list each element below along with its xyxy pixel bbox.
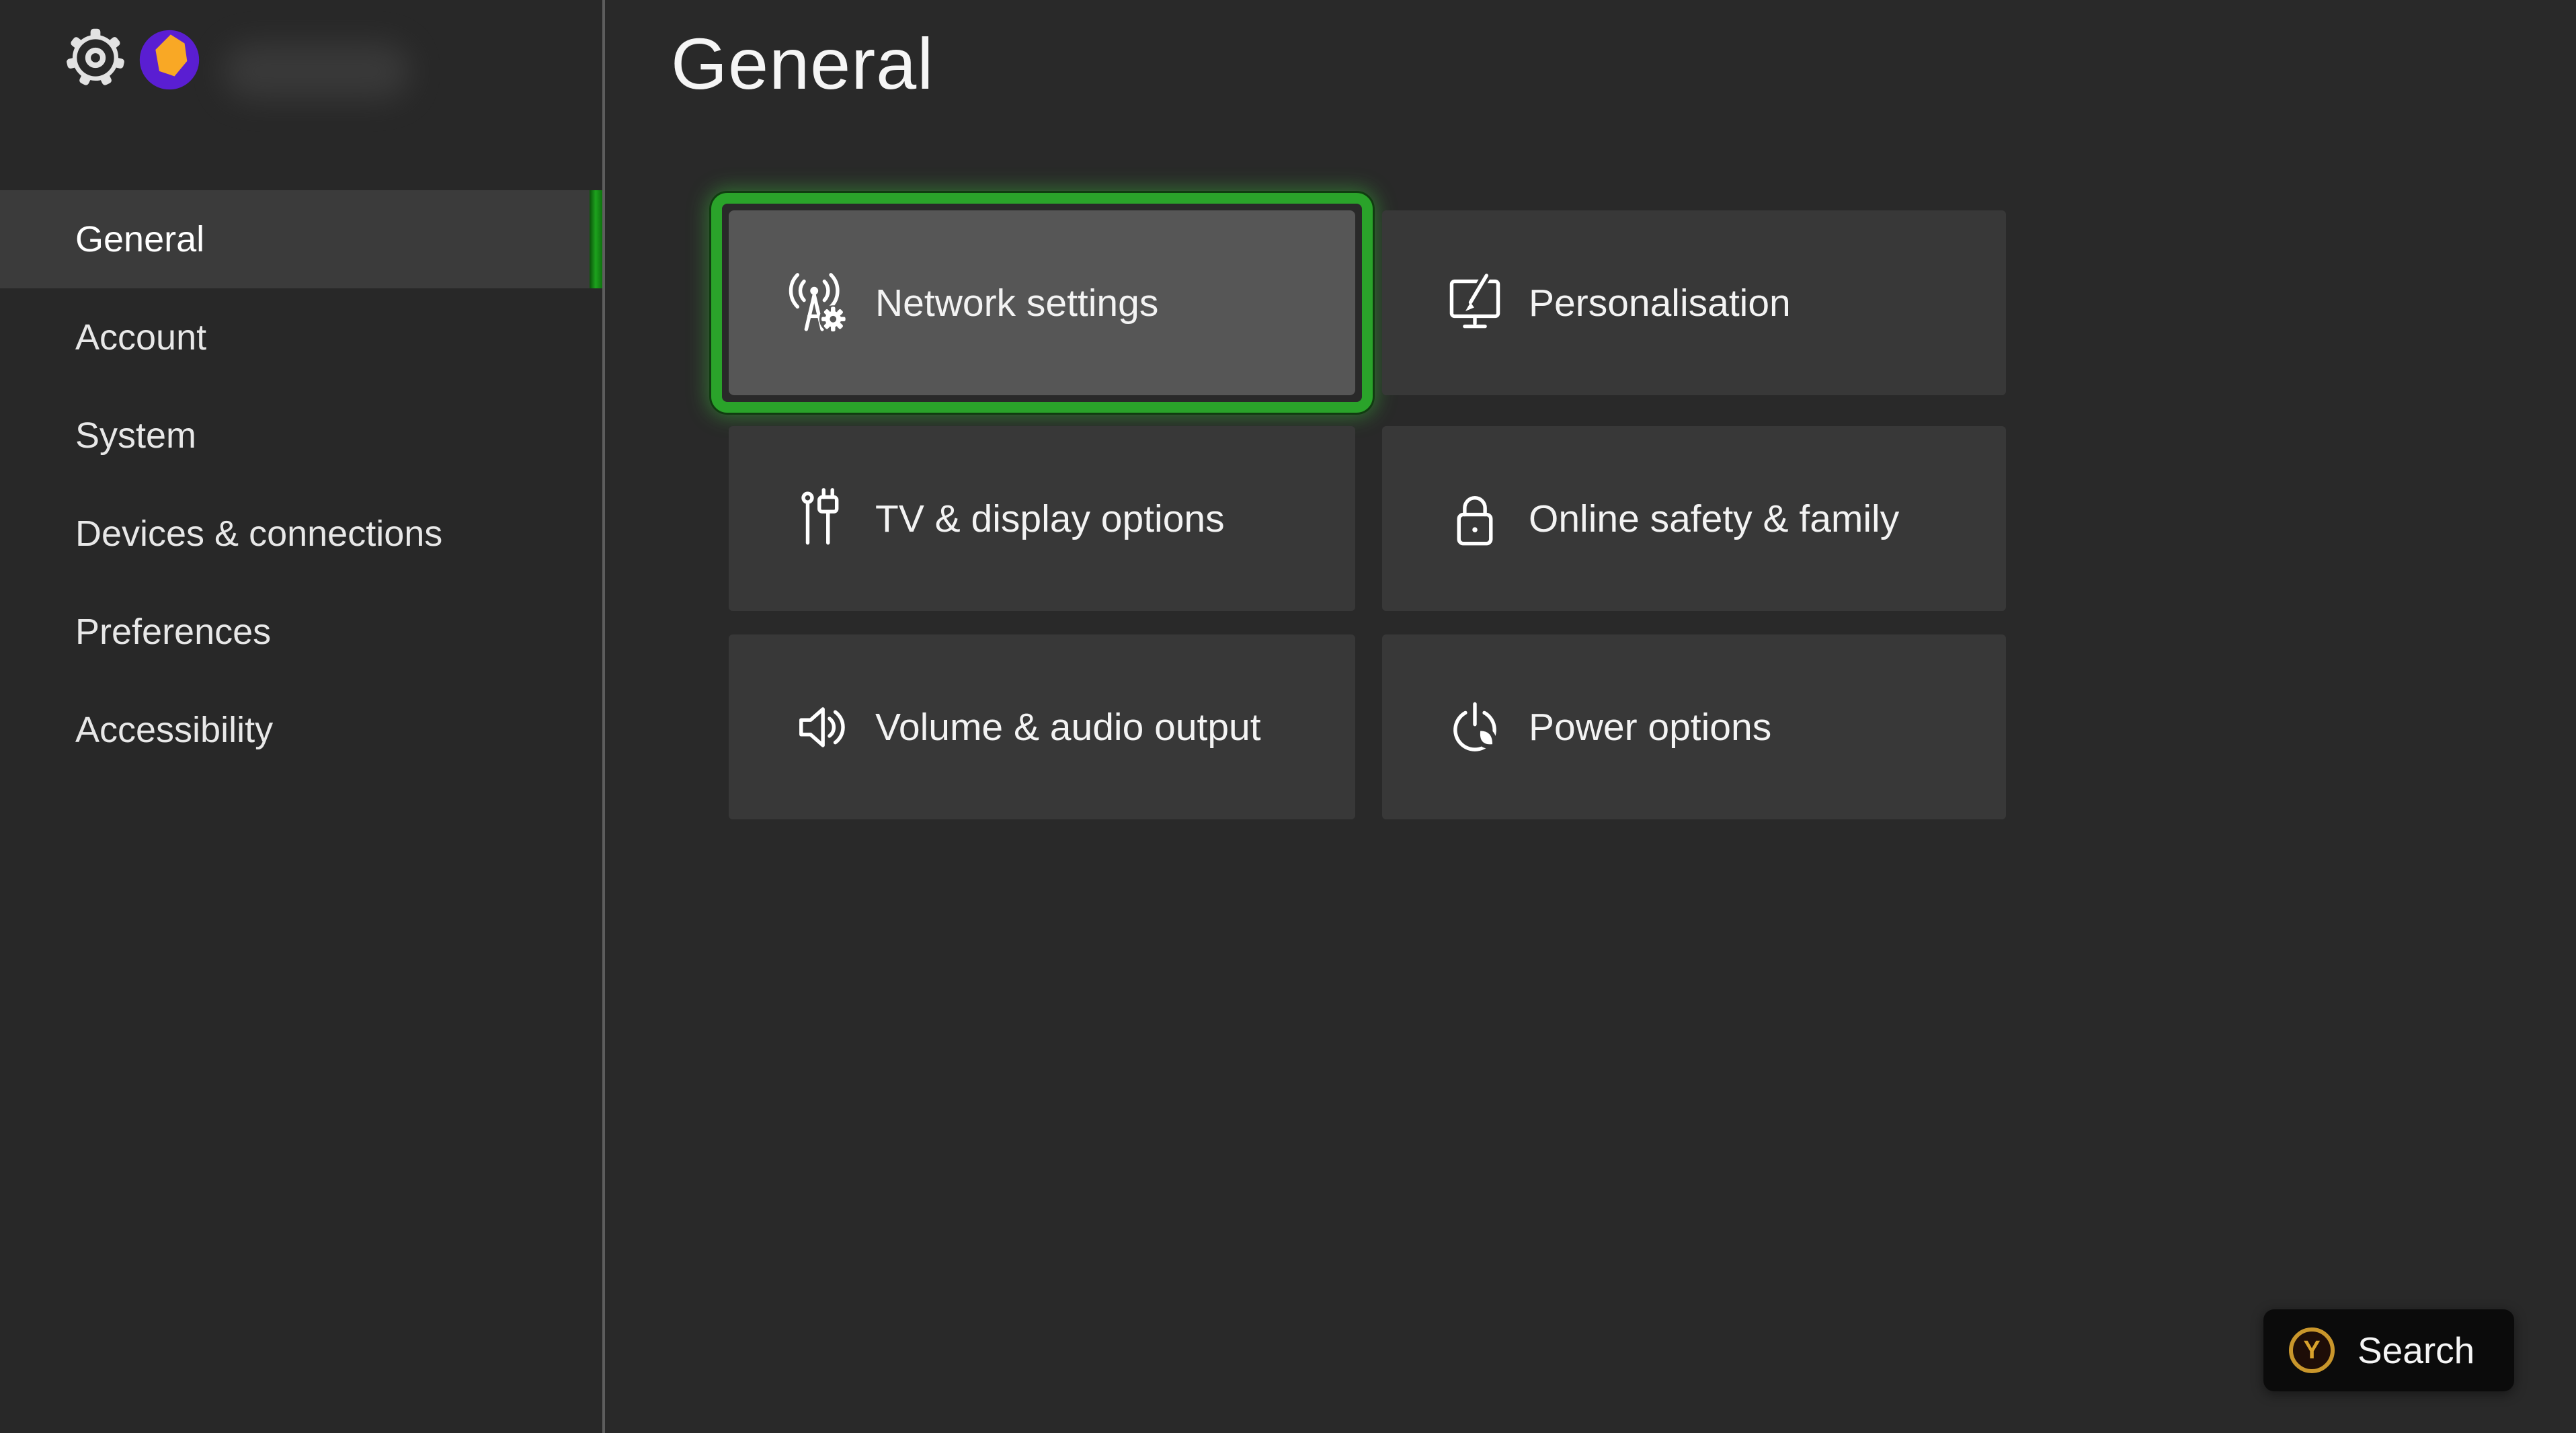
- controller-y-button-icon: Y: [2289, 1327, 2335, 1373]
- online-safety-icon: [1439, 483, 1511, 555]
- tile-tv-display-options[interactable]: TV & display options: [729, 426, 1355, 611]
- tile-online-safety-family[interactable]: Online safety & family: [1382, 426, 2006, 611]
- gamertag-blurred: [223, 43, 410, 99]
- y-glyph: Y: [2303, 1336, 2320, 1365]
- profile-avatar[interactable]: [138, 28, 201, 91]
- tile-label: Network settings: [875, 281, 1158, 325]
- xbox-settings-screen: General Account System Devices & connect…: [0, 0, 2576, 1433]
- settings-gear-icon[interactable]: [65, 27, 126, 89]
- sidebar-divider: [602, 0, 605, 1433]
- search-button[interactable]: Y Search: [2263, 1309, 2514, 1391]
- sidebar-item-label: System: [75, 415, 196, 456]
- tv-display-icon: [785, 483, 858, 555]
- tile-power-options[interactable]: Power options: [1382, 634, 2006, 819]
- sidebar-item-label: Account: [75, 317, 206, 358]
- sidebar-item-label: General: [75, 219, 204, 259]
- tile-personalisation[interactable]: Personalisation: [1382, 210, 2006, 395]
- sidebar-item-account[interactable]: Account: [0, 288, 603, 386]
- selected-accent-bar: [590, 190, 603, 288]
- sidebar-item-label: Preferences: [75, 612, 271, 652]
- page-title: General: [671, 22, 934, 106]
- sidebar-item-devices-connections[interactable]: Devices & connections: [0, 485, 603, 583]
- tile-label: Personalisation: [1529, 281, 1791, 325]
- tile-label: Power options: [1529, 705, 1771, 749]
- network-settings-icon: [785, 267, 858, 339]
- power-options-icon: [1439, 691, 1511, 764]
- tile-label: Online safety & family: [1529, 497, 1899, 541]
- sidebar-item-label: Devices & connections: [75, 514, 442, 554]
- sidebar: General Account System Devices & connect…: [0, 0, 603, 1433]
- tile-label: Volume & audio output: [875, 705, 1261, 749]
- sidebar-item-label: Accessibility: [75, 710, 273, 750]
- volume-icon: [785, 691, 858, 764]
- tile-network-settings[interactable]: Network settings: [729, 210, 1355, 395]
- personalisation-icon: [1439, 267, 1511, 339]
- sidebar-item-preferences[interactable]: Preferences: [0, 583, 603, 681]
- sidebar-item-system[interactable]: System: [0, 386, 603, 485]
- tile-volume-audio-output[interactable]: Volume & audio output: [729, 634, 1355, 819]
- search-button-label: Search: [2358, 1329, 2474, 1372]
- sidebar-item-accessibility[interactable]: Accessibility: [0, 681, 603, 779]
- settings-nav: General Account System Devices & connect…: [0, 190, 603, 779]
- sidebar-item-general[interactable]: General: [0, 190, 603, 288]
- tile-label: TV & display options: [875, 497, 1225, 541]
